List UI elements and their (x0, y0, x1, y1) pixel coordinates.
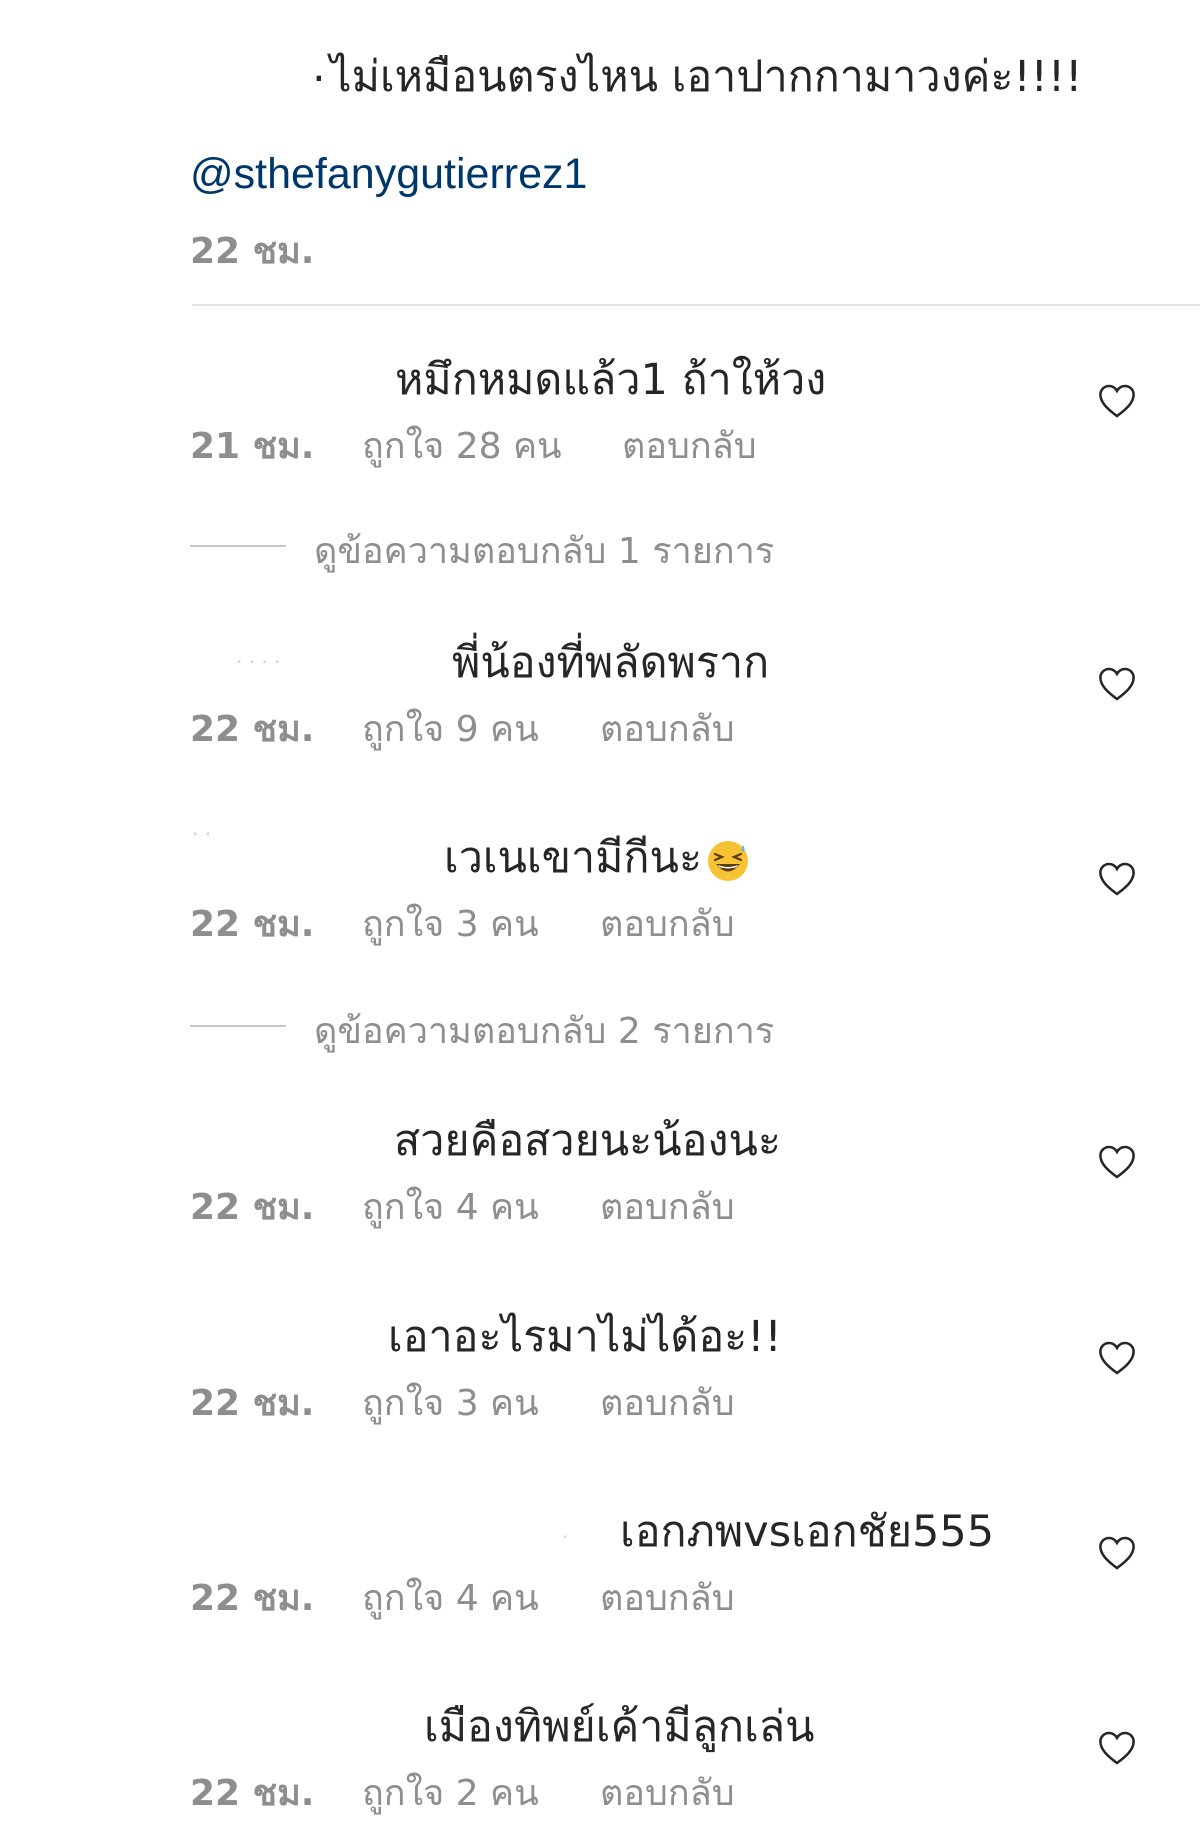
heart-outline-icon[interactable] (1098, 1340, 1136, 1376)
reply-text: พี่น้องที่พลัดพราก (452, 638, 770, 688)
reply-button[interactable]: ตอบกลับ (600, 895, 735, 952)
view-replies-label: ดูข้อความตอบกลับ 1 รายการ (314, 531, 775, 572)
reply-text: เอาอะไรมาไม่ได้อะ!! (388, 1312, 782, 1362)
view-replies-label: ดูข้อความตอบกลับ 2 รายการ (314, 1011, 775, 1052)
reply-button[interactable]: ตอบกลับ (600, 1764, 735, 1821)
likes-count[interactable]: ถูกใจ 28 คน (362, 417, 562, 474)
reply-text: เอกภพvsเอกชัย555 (620, 1507, 995, 1557)
reply-text: เมืองทิพย์เค้ามีลูกเล่น (424, 1702, 815, 1752)
likes-count[interactable]: ถูกใจ 9 คน (362, 700, 539, 757)
reply-timestamp: 22 ชม. (190, 1383, 315, 1424)
reply-timestamp: 21 ชม. (190, 426, 315, 467)
likes-count[interactable]: ถูกใจ 4 คน (362, 1178, 539, 1235)
divider (192, 304, 1200, 306)
reply-button[interactable]: ตอบกลับ (600, 1569, 735, 1626)
heart-outline-icon[interactable] (1098, 666, 1136, 702)
reply-text-body: เวเนเขามีกีนะ (444, 833, 703, 883)
comment-timestamp: 22 ชม. (190, 231, 315, 272)
reply-text: หมึกหมดแล้ว1 ถ้าให้วง (395, 355, 827, 405)
reply-text: เวเนเขามีกีนะ (444, 823, 750, 891)
heart-outline-icon[interactable] (1098, 383, 1136, 419)
comment-prefix: . (312, 42, 326, 92)
reply-button[interactable]: ตอบกลับ (600, 1178, 735, 1235)
reply-timestamp: 22 ชม. (190, 1773, 315, 1814)
username-placeholder: · · · · (236, 650, 281, 674)
reply-button[interactable]: ตอบกลับ (622, 417, 757, 474)
likes-count[interactable]: ถูกใจ 4 คน (362, 1569, 539, 1626)
reply-button[interactable]: ตอบกลับ (600, 1374, 735, 1431)
reply-timestamp: 22 ชม. (190, 1578, 315, 1619)
mention-link[interactable]: @sthefanygutierrez1 (190, 150, 587, 199)
likes-count[interactable]: ถูกใจ 3 คน (362, 1374, 539, 1431)
view-replies-line (190, 545, 286, 547)
reply-text: สวยคือสวยนะน้องนะ (394, 1116, 781, 1166)
heart-outline-icon[interactable] (1098, 1730, 1136, 1766)
likes-count[interactable]: ถูกใจ 2 คน (362, 1764, 539, 1821)
heart-outline-icon[interactable] (1098, 1144, 1136, 1180)
reply-button[interactable]: ตอบกลับ (600, 700, 735, 757)
likes-count[interactable]: ถูกใจ 3 คน (362, 895, 539, 952)
reply-timestamp: 22 ชม. (190, 1187, 315, 1228)
heart-outline-icon[interactable] (1098, 1535, 1136, 1571)
grinning-squinting-sweat-emoji (708, 840, 749, 881)
top-comment-text: ไม่เหมือนตรงไหน เอาปากกามาวงค่ะ!!!! (330, 52, 1083, 102)
username-placeholder: · · (192, 822, 212, 846)
username-placeholder: · (562, 1525, 569, 1549)
view-replies-line (190, 1025, 286, 1027)
reply-timestamp: 22 ชม. (190, 709, 315, 750)
heart-outline-icon[interactable] (1098, 861, 1136, 897)
reply-timestamp: 22 ชม. (190, 904, 315, 945)
